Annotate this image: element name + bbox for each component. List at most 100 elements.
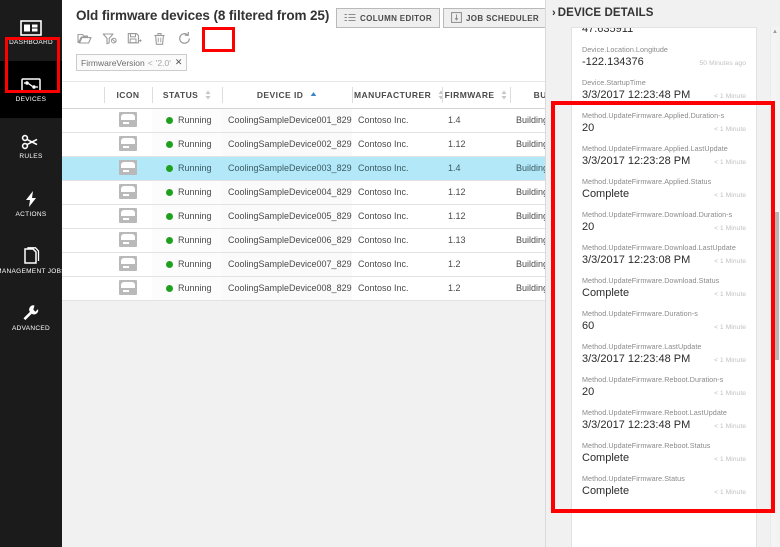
- device-property[interactable]: Device.StartupTime 3/3/2017 12:23:48 PM < …: [572, 74, 756, 107]
- row-cell-status: Running: [152, 228, 222, 253]
- filter-chip-value: '2.0': [155, 57, 171, 68]
- row-cell-manufacturer: Contoso Inc.: [352, 180, 442, 205]
- column-header-icon[interactable]: ICON: [104, 82, 152, 109]
- refresh-highlight-box: [202, 27, 235, 52]
- device-icon: [119, 111, 137, 127]
- row-cell-status: Running: [152, 108, 222, 133]
- page-header: Old firmware devices (8 filtered from 25…: [62, 0, 545, 82]
- device-property[interactable]: Method.UpdateFirmware.Download.Status Com…: [572, 272, 756, 305]
- device-property[interactable]: Method.UpdateFirmware.Reboot.Status Compl…: [572, 437, 756, 470]
- device-property-age: < 1 Minute: [714, 93, 746, 100]
- device-property[interactable]: Device.Location.Longitude -122.134376 50 M…: [572, 41, 756, 74]
- device-property-value: Complete: [582, 452, 630, 464]
- main-content: Old firmware devices (8 filtered from 25…: [62, 0, 545, 547]
- device-property-age: < 1 Minute: [714, 390, 746, 397]
- sidebar-label-management-jobs: MANAGEMENT JOBS: [0, 267, 66, 275]
- column-header-icon-label: ICON: [116, 90, 140, 101]
- sidebar-item-rules[interactable]: RULES: [0, 118, 62, 175]
- close-icon[interactable]: ✕: [175, 57, 183, 68]
- refresh-icon[interactable]: [176, 30, 193, 47]
- table-row[interactable]: Running CoolingSampleDevice002_829 Contoso…: [62, 132, 545, 157]
- table-row[interactable]: Running CoolingSampleDevice004_829 Contoso…: [62, 180, 545, 205]
- clear-filter-icon[interactable]: [101, 30, 118, 47]
- table-row[interactable]: Running CoolingSampleDevice006_829 Contoso…: [62, 228, 545, 253]
- sort-ascending-icon[interactable]: [310, 90, 317, 100]
- column-header-status[interactable]: STATUS: [152, 82, 222, 109]
- device-property-age: < 1 Minute: [714, 423, 746, 430]
- device-property[interactable]: Method.UpdateFirmware.Reboot.LastUpdate 3…: [572, 404, 756, 437]
- device-property-age: < 1 Minute: [714, 225, 746, 232]
- device-property-name: Method.UpdateFirmware.Applied.Status: [582, 177, 712, 186]
- column-editor-label: COLUMN EDITOR: [360, 13, 432, 23]
- filter-chip-firmwareversion[interactable]: FirmwareVersion < '2.0' ✕: [76, 54, 188, 71]
- row-cell-status: Running: [152, 180, 222, 205]
- row-cell-status: Running: [152, 276, 222, 301]
- sidebar-item-advanced[interactable]: ADVANCED: [0, 289, 62, 346]
- column-header-manufacturer[interactable]: MANUFACTURER: [352, 82, 444, 109]
- row-cell-firmware: 1.4: [442, 108, 510, 133]
- device-property[interactable]: Method.UpdateFirmware.Applied.Duration-s…: [572, 107, 756, 140]
- device-property-name: Method.UpdateFirmware.Duration-s: [582, 309, 698, 318]
- sidebar-item-management-jobs[interactable]: MANAGEMENT JOBS: [0, 232, 66, 289]
- table-row[interactable]: Running CoolingSampleDevice007_829 Contoso…: [62, 252, 545, 277]
- device-properties-list[interactable]: 47.635911 Device.Location.Longitude -122.1…: [571, 27, 757, 547]
- row-cell-device-id: CoolingSampleDevice003_829: [222, 156, 352, 181]
- row-cell-device-id: CoolingSampleDevice005_829: [222, 204, 352, 229]
- column-header-manufacturer-label: MANUFACTURER: [354, 90, 432, 101]
- table-row[interactable]: Running CoolingSampleDevice003_829 Contoso…: [62, 156, 545, 181]
- device-property[interactable]: 47.635911: [572, 28, 756, 41]
- chevron-right-icon[interactable]: ›: [552, 7, 556, 19]
- device-property[interactable]: Method.UpdateFirmware.Download.Duration-…: [572, 206, 756, 239]
- column-editor-button[interactable]: COLUMN EDITOR: [336, 8, 440, 28]
- sidebar-label-actions: ACTIONS: [15, 210, 47, 218]
- device-property-name: Method.UpdateFirmware.Applied.LastUpdate: [582, 144, 728, 153]
- device-property[interactable]: Method.UpdateFirmware.Applied.Status Comp…: [572, 173, 756, 206]
- device-icon: [119, 159, 137, 175]
- device-property-age: 50 Minutes ago: [699, 60, 746, 67]
- scrollbar-thumb[interactable]: [771, 212, 779, 360]
- row-cell-blank: [62, 204, 104, 229]
- sidebar-item-dashboard[interactable]: DASHBOARD: [0, 4, 62, 61]
- column-header-building[interactable]: BUILDING: [510, 82, 545, 109]
- device-property[interactable]: Method.UpdateFirmware.Reboot.Duration-s 2…: [572, 371, 756, 404]
- column-header-status-label: STATUS: [162, 90, 199, 101]
- status-dot-icon: [166, 212, 173, 220]
- device-property-age: < 1 Minute: [714, 126, 746, 133]
- table-row[interactable]: Running CoolingSampleDevice005_829 Contoso…: [62, 204, 545, 229]
- open-folder-icon[interactable]: [76, 30, 93, 47]
- status-dot-icon: [166, 140, 173, 148]
- row-cell-firmware: 1.2: [442, 276, 510, 301]
- sidebar-item-actions[interactable]: ACTIONS: [0, 175, 62, 232]
- device-property-age: < 1 Minute: [714, 489, 746, 496]
- devices-grid-container[interactable]: ICON STATUS DEVICE ID MANUFACTURER FIRMW…: [62, 82, 545, 547]
- row-cell-manufacturer: Contoso Inc.: [352, 252, 442, 277]
- sort-indicator-icon[interactable]: [501, 90, 507, 100]
- row-cell-building: Building 4: [510, 180, 545, 205]
- job-scheduler-icon: [451, 11, 462, 25]
- table-row[interactable]: Running CoolingSampleDevice008_829 Contoso…: [62, 276, 545, 301]
- row-cell-icon: [104, 108, 152, 133]
- row-cell-blank: [62, 156, 104, 181]
- scroll-up-icon[interactable]: ▲: [772, 29, 778, 35]
- table-body: Running CoolingSampleDevice001_829 Contoso…: [62, 108, 545, 301]
- status-label: Running: [178, 163, 212, 173]
- row-cell-device-id: CoolingSampleDevice004_829: [222, 180, 352, 205]
- device-property-value: Complete: [582, 188, 630, 200]
- row-cell-status: Running: [152, 204, 222, 229]
- delete-icon[interactable]: [151, 30, 168, 47]
- device-property[interactable]: Method.UpdateFirmware.Status Complete < 1 …: [572, 470, 756, 503]
- column-header-device-id[interactable]: DEVICE ID: [222, 82, 352, 109]
- table-row[interactable]: Running CoolingSampleDevice001_829 Contoso…: [62, 108, 545, 133]
- save-filter-icon[interactable]: [126, 30, 143, 47]
- device-property[interactable]: Method.UpdateFirmware.Duration-s 60 < 1 Mi…: [572, 305, 756, 338]
- row-cell-device-id: CoolingSampleDevice007_829: [222, 252, 352, 277]
- device-property[interactable]: Method.UpdateFirmware.Applied.LastUpdate…: [572, 140, 756, 173]
- column-header-firmware[interactable]: FIRMWARE: [442, 82, 510, 109]
- device-property[interactable]: Method.UpdateFirmware.LastUpdate 3/3/2017…: [572, 338, 756, 371]
- device-property-name: Method.UpdateFirmware.Reboot.Status: [582, 441, 711, 450]
- sort-indicator-icon[interactable]: [205, 90, 211, 100]
- device-property[interactable]: Method.UpdateFirmware.Download.LastUpdat…: [572, 239, 756, 272]
- job-scheduler-button[interactable]: JOB SCHEDULER: [443, 8, 545, 28]
- sidebar-item-devices[interactable]: DEVICES: [0, 61, 62, 118]
- management-jobs-icon: [21, 246, 41, 265]
